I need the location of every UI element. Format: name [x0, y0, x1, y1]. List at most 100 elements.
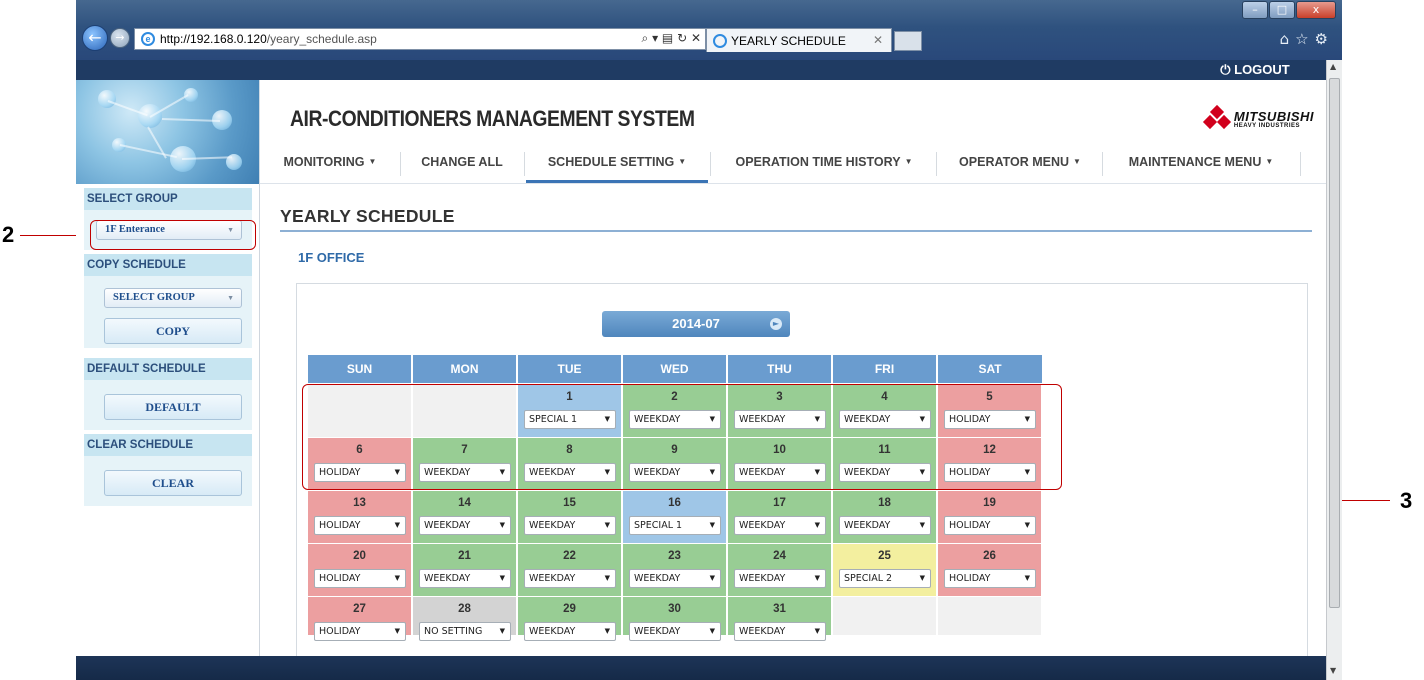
- day-cell: 20 HOLIDAY ▼: [308, 544, 411, 596]
- day-setting-value: WEEKDAY: [424, 573, 471, 584]
- sidebar: SELECT GROUP 1F Enterance ▼ COPY SCHEDUL…: [76, 184, 260, 656]
- default-button[interactable]: DEFAULT: [104, 394, 242, 420]
- close-window-button[interactable]: x: [1296, 1, 1336, 19]
- day-setting-value: SPECIAL 1: [634, 520, 683, 531]
- default-schedule-heading: DEFAULT SCHEDULE: [84, 358, 252, 380]
- day-setting-dropdown[interactable]: NO SETTING ▼: [419, 622, 511, 641]
- month-selector: 2014-07 ►: [602, 311, 790, 337]
- brand-subline: HEAVY INDUSTRIES: [1233, 122, 1300, 129]
- menu-operation-time-history[interactable]: OPERATION TIME HISTORY ▼: [712, 144, 936, 183]
- new-tab-button[interactable]: [894, 31, 922, 51]
- tab-title: YEARLY SCHEDULE: [731, 33, 846, 48]
- day-setting-dropdown[interactable]: WEEKDAY ▼: [419, 516, 511, 535]
- title-divider: [280, 230, 1312, 232]
- menu-change-all[interactable]: CHANGE ALL: [401, 144, 523, 183]
- day-setting-value: WEEKDAY: [739, 626, 786, 637]
- day-setting-dropdown[interactable]: HOLIDAY ▼: [944, 569, 1036, 588]
- day-number: 20: [353, 550, 366, 562]
- logout-button[interactable]: ⏻ LOGOUT: [1184, 60, 1326, 80]
- day-number: 19: [983, 497, 996, 509]
- day-setting-dropdown[interactable]: WEEKDAY ▼: [839, 516, 931, 535]
- menu-operator-menu[interactable]: OPERATOR MENU ▼: [938, 144, 1102, 183]
- day-cell: 21 WEEKDAY ▼: [413, 544, 516, 596]
- callout-number-3: 3: [1400, 488, 1413, 513]
- day-cell: 24 WEEKDAY ▼: [728, 544, 831, 596]
- chevron-down-icon: ▼: [499, 574, 505, 582]
- day-setting-dropdown[interactable]: HOLIDAY ▼: [944, 516, 1036, 535]
- day-number: 30: [668, 603, 681, 615]
- day-setting-dropdown[interactable]: WEEKDAY ▼: [734, 569, 826, 588]
- forward-arrow-icon[interactable]: →: [110, 28, 130, 48]
- day-cell: 13 HOLIDAY ▼: [308, 491, 411, 543]
- day-cell: 26 HOLIDAY ▼: [938, 544, 1041, 596]
- clear-button[interactable]: CLEAR: [104, 470, 242, 496]
- day-setting-value: WEEKDAY: [634, 626, 681, 637]
- copy-button[interactable]: COPY: [104, 318, 242, 344]
- browser-tab[interactable]: YEARLY SCHEDULE ✕: [706, 28, 892, 52]
- day-setting-dropdown[interactable]: WEEKDAY ▼: [734, 516, 826, 535]
- weekday-header-thu: THU: [728, 355, 831, 383]
- month-label: 2014-07: [672, 316, 720, 331]
- chevron-down-icon: ▼: [394, 574, 400, 582]
- address-tools-icons[interactable]: ⌕ ▾ ▤ ↻ ✕: [642, 31, 701, 46]
- day-setting-value: WEEKDAY: [634, 573, 681, 584]
- day-number: 17: [773, 497, 786, 509]
- chevron-down-icon: ▼: [1024, 521, 1030, 529]
- day-setting-dropdown[interactable]: WEEKDAY ▼: [524, 622, 616, 641]
- scroll-down-icon[interactable]: ▼: [1330, 666, 1336, 675]
- page-header: AIR-CONDITIONERS MANAGEMENT SYSTEM MITSU…: [260, 80, 1326, 144]
- weekday-header-wed: WED: [623, 355, 726, 383]
- day-setting-dropdown[interactable]: WEEKDAY ▼: [524, 516, 616, 535]
- chevron-down-icon: ▼: [709, 627, 715, 635]
- day-setting-dropdown[interactable]: WEEKDAY ▼: [629, 569, 721, 588]
- copy-group-dropdown[interactable]: SELECT GROUP ▼: [104, 288, 242, 308]
- day-cell: 22 WEEKDAY ▼: [518, 544, 621, 596]
- day-cell: 30 WEEKDAY ▼: [623, 597, 726, 641]
- empty-day-cell: [833, 597, 936, 635]
- day-setting-dropdown[interactable]: WEEKDAY ▼: [629, 622, 721, 641]
- menu-operation-time-history-label: OPERATION TIME HISTORY: [735, 155, 901, 169]
- star-icon[interactable]: ☆: [1295, 30, 1314, 48]
- day-number: 15: [563, 497, 576, 509]
- day-cell: 28 NO SETTING ▼: [413, 597, 516, 641]
- address-bar[interactable]: e http://192.168.0.120/yeary_schedule.as…: [134, 28, 706, 50]
- day-setting-value: WEEKDAY: [739, 573, 786, 584]
- caret-down-icon: ▼: [904, 157, 913, 166]
- menu-maintenance-menu[interactable]: MAINTENANCE MENU ▼: [1104, 144, 1298, 183]
- vertical-scrollbar[interactable]: ▲ ▼: [1326, 60, 1342, 680]
- minimize-button[interactable]: –: [1242, 1, 1268, 19]
- day-setting-dropdown[interactable]: HOLIDAY ▼: [314, 516, 406, 535]
- day-setting-dropdown[interactable]: WEEKDAY ▼: [734, 622, 826, 641]
- ie-logo-icon: e: [141, 32, 155, 46]
- ie-logo-icon: [713, 33, 727, 48]
- callout-number-2: 2: [2, 222, 15, 247]
- day-cell: 17 WEEKDAY ▼: [728, 491, 831, 543]
- url-host: http://192.168.0.120: [160, 32, 267, 46]
- day-setting-dropdown[interactable]: HOLIDAY ▼: [314, 622, 406, 641]
- menu-monitoring[interactable]: MONITORING ▼: [262, 144, 398, 183]
- day-setting-value: SPECIAL 2: [844, 573, 893, 584]
- day-setting-dropdown[interactable]: SPECIAL 1 ▼: [629, 516, 721, 535]
- scrollbar-thumb[interactable]: [1329, 78, 1340, 608]
- chevron-down-icon: ▼: [604, 627, 610, 635]
- maximize-button[interactable]: □: [1269, 1, 1295, 19]
- menu-maintenance-menu-label: MAINTENANCE MENU: [1128, 155, 1262, 169]
- day-cell: 18 WEEKDAY ▼: [833, 491, 936, 543]
- back-arrow-icon[interactable]: ←: [82, 25, 108, 51]
- url-path: /yeary_schedule.asp: [266, 32, 377, 46]
- day-setting-value: WEEKDAY: [529, 626, 576, 637]
- day-setting-dropdown[interactable]: WEEKDAY ▼: [419, 569, 511, 588]
- scroll-up-icon[interactable]: ▲: [1330, 62, 1336, 71]
- tab-close-icon[interactable]: ✕: [873, 33, 883, 47]
- menu-schedule-setting[interactable]: SCHEDULE SETTING ▼: [526, 144, 708, 183]
- day-setting-dropdown[interactable]: SPECIAL 2 ▼: [839, 569, 931, 588]
- browser-toolbar-icons: ⌂☆⚙: [1280, 30, 1334, 48]
- top-strip: [76, 60, 1326, 80]
- day-setting-dropdown[interactable]: WEEKDAY ▼: [524, 569, 616, 588]
- weekday-header-tue: TUE: [518, 355, 621, 383]
- home-icon[interactable]: ⌂: [1280, 30, 1296, 48]
- next-month-icon[interactable]: ►: [770, 318, 782, 330]
- gear-icon[interactable]: ⚙: [1315, 30, 1334, 48]
- day-setting-dropdown[interactable]: HOLIDAY ▼: [314, 569, 406, 588]
- weekday-header-sun: SUN: [308, 355, 411, 383]
